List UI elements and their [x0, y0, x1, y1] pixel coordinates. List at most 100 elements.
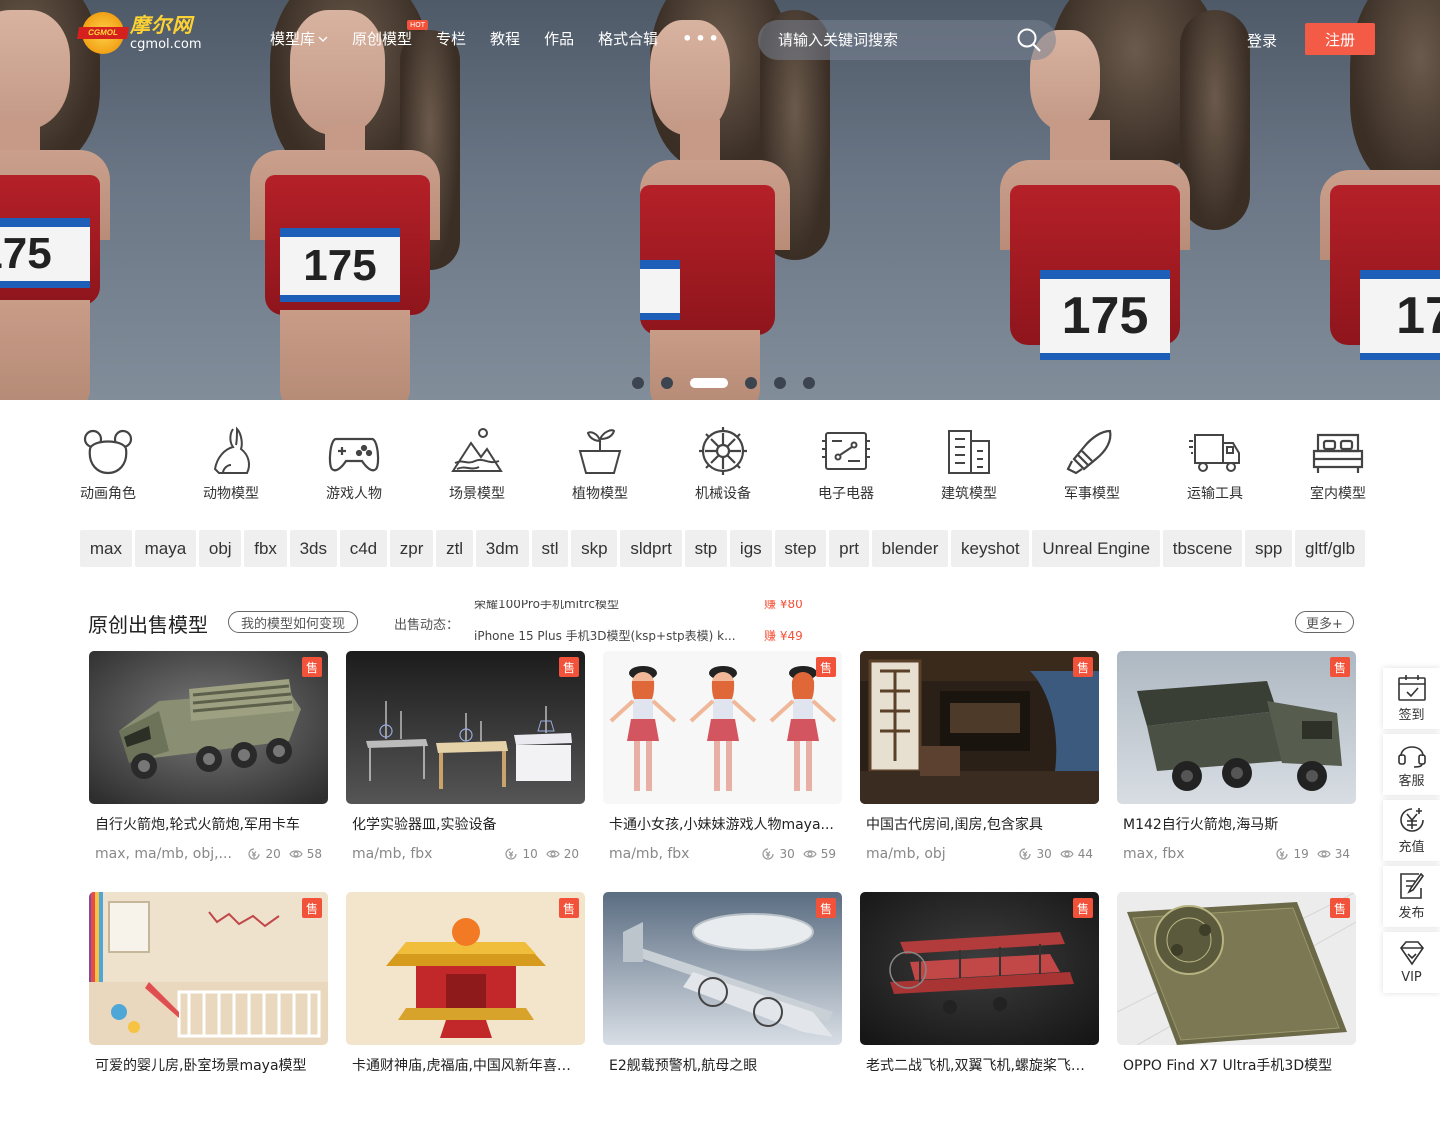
format-tag-bar: max maya obj fbx 3ds c4d zpr ztl 3dm stl…: [80, 530, 1365, 567]
format-tag[interactable]: igs: [730, 530, 772, 567]
format-tag[interactable]: maya: [134, 530, 197, 567]
ticker-item[interactable]: 荣耀100Pro手机mitrc模型 赚 ¥80: [474, 600, 834, 619]
model-title[interactable]: 中国古代房间,闺房,包含家具: [866, 814, 1093, 834]
model-title[interactable]: 卡通财神庙,虎福庙,中国风新年喜庆...: [352, 1055, 579, 1075]
format-tag[interactable]: stp: [684, 530, 728, 567]
ticker-item-name: 荣耀100Pro手机mitrc模型: [474, 600, 619, 611]
format-tag[interactable]: 3ds: [289, 530, 337, 567]
nav-tutorials[interactable]: 教程: [490, 28, 520, 49]
model-thumbnail[interactable]: 售: [1117, 651, 1356, 804]
carousel-dot-active[interactable]: [690, 378, 728, 388]
carousel-dot[interactable]: [745, 377, 757, 389]
register-button[interactable]: 注册: [1305, 23, 1375, 55]
model-title[interactable]: E2舰载预警机,航母之眼: [609, 1055, 836, 1075]
format-tag[interactable]: fbx: [244, 530, 287, 567]
login-link[interactable]: 登录: [1247, 30, 1277, 51]
carousel-dot[interactable]: [803, 377, 815, 389]
nav-model-library[interactable]: 模型库: [270, 28, 328, 49]
nav-format-collection[interactable]: 格式合辑: [598, 28, 658, 49]
model-card[interactable]: 售 老式二战飞机,双翼飞机,螺旋桨飞机...: [860, 892, 1099, 1133]
format-tag[interactable]: max: [80, 530, 132, 567]
category-electronics[interactable]: 电子电器: [816, 425, 876, 503]
model-card[interactable]: 售 E2舰载预警机,航母之眼: [603, 892, 842, 1133]
model-thumbnail[interactable]: 售: [860, 651, 1099, 804]
carousel-dot[interactable]: [774, 377, 786, 389]
model-thumbnail[interactable]: 售: [1117, 892, 1356, 1045]
format-tag[interactable]: blender: [871, 530, 949, 567]
ticker-item-name: iPhone 15 Plus 手机3D模型(ksp+stp表模) k...: [474, 628, 736, 643]
ticker-item[interactable]: iPhone 15 Plus 手机3D模型(ksp+stp表模) k... 赚 …: [474, 619, 834, 643]
customer-service-button[interactable]: 客服: [1383, 734, 1440, 795]
nav-column[interactable]: 专栏: [436, 28, 466, 49]
format-tag[interactable]: stl: [531, 530, 569, 567]
ancient-room-image: [860, 651, 1099, 804]
model-thumbnail[interactable]: 售: [603, 651, 842, 804]
carousel-dots: [632, 377, 832, 389]
model-thumbnail[interactable]: 售: [860, 892, 1099, 1045]
model-thumbnail[interactable]: 售: [603, 892, 842, 1045]
nav-more-icon[interactable]: •••: [682, 28, 722, 49]
format-tag[interactable]: tbscene: [1162, 530, 1243, 567]
recharge-button[interactable]: 充值: [1383, 800, 1440, 861]
category-transport[interactable]: 运输工具: [1185, 425, 1245, 503]
model-card[interactable]: 售 卡通财神庙,虎福庙,中国风新年喜庆...: [346, 892, 585, 1133]
model-title[interactable]: 自行火箭炮,轮式火箭炮,军用卡车: [95, 814, 322, 834]
category-animation-characters[interactable]: 动画角色: [78, 425, 138, 503]
model-card[interactable]: 售 M142自行火箭炮,海马斯 max, fbx 19 34: [1117, 651, 1356, 892]
nav-works[interactable]: 作品: [544, 28, 574, 49]
format-tag[interactable]: obj: [199, 530, 242, 567]
category-animals[interactable]: 动物模型: [201, 425, 261, 503]
category-military[interactable]: 军事模型: [1062, 425, 1122, 503]
category-label: 电子电器: [818, 486, 874, 502]
format-tag[interactable]: step: [774, 530, 827, 567]
model-card[interactable]: 售 自行火箭炮,轮式火箭炮,军用卡车 max, ma/mb, obj,... 2…: [89, 651, 328, 892]
category-game-characters[interactable]: 游戏人物: [324, 425, 384, 503]
model-title[interactable]: 可爱的婴儿房,卧室场景maya模型: [95, 1055, 322, 1075]
site-logo[interactable]: CGMOL 摩尔网 cgmol.com: [76, 12, 202, 54]
format-tag[interactable]: keyshot: [951, 530, 1030, 567]
monetize-howto-button[interactable]: 我的模型如何变现: [228, 611, 359, 633]
format-tag[interactable]: zpr: [389, 530, 434, 567]
view-count: 44: [1077, 847, 1093, 861]
category-interior[interactable]: 室内模型: [1308, 425, 1368, 503]
format-tag[interactable]: gltf/glb: [1295, 530, 1365, 567]
publish-button[interactable]: 发布: [1383, 866, 1440, 927]
model-title[interactable]: M142自行火箭炮,海马斯: [1123, 814, 1350, 834]
model-thumbnail[interactable]: 售: [89, 892, 328, 1045]
model-thumbnail[interactable]: 售: [89, 651, 328, 804]
edit-icon: [1399, 872, 1424, 899]
format-tag[interactable]: spp: [1245, 530, 1293, 567]
model-thumbnail[interactable]: 售: [346, 892, 585, 1045]
category-plants[interactable]: 植物模型: [570, 425, 630, 503]
model-card[interactable]: 售 化学实验器皿,实验设备 ma/mb, fbx 10 20: [346, 651, 585, 892]
category-scenes[interactable]: 场景模型: [447, 425, 507, 503]
download-count: 20: [265, 847, 281, 861]
nav-original-models[interactable]: 原创模型 HOT: [352, 20, 429, 49]
format-tag[interactable]: ztl: [436, 530, 473, 567]
model-card[interactable]: 售 OPPO Find X7 Ultra手机3D模型: [1117, 892, 1356, 1133]
checkin-button[interactable]: 签到: [1383, 668, 1440, 729]
format-tag[interactable]: 3dm: [475, 530, 529, 567]
format-tag[interactable]: sldprt: [620, 530, 682, 567]
more-button[interactable]: 更多+: [1295, 611, 1354, 633]
model-title[interactable]: 老式二战飞机,双翼飞机,螺旋桨飞机...: [866, 1055, 1093, 1075]
hero-banner[interactable]: 175 175 175 17: [0, 0, 1440, 400]
search-input[interactable]: [778, 31, 1016, 49]
format-tag[interactable]: skp: [571, 530, 618, 567]
model-title[interactable]: 卡通小女孩,小妹妹游戏人物maya...: [609, 814, 836, 834]
category-buildings[interactable]: 建筑模型: [939, 425, 999, 503]
model-title[interactable]: 化学实验器皿,实验设备: [352, 814, 579, 834]
model-card[interactable]: 售 可爱的婴儿房,卧室场景maya模型: [89, 892, 328, 1133]
vip-button[interactable]: VIP: [1383, 932, 1440, 993]
model-card[interactable]: 售 卡通小女孩,小妹妹游戏人物maya... ma/mb, fbx 30 59: [603, 651, 842, 892]
model-title[interactable]: OPPO Find X7 Ultra手机3D模型: [1123, 1055, 1350, 1075]
model-thumbnail[interactable]: 售: [346, 651, 585, 804]
category-machinery[interactable]: 机械设备: [693, 425, 753, 503]
format-tag[interactable]: c4d: [339, 530, 387, 567]
format-tag[interactable]: Unreal Engine: [1032, 530, 1160, 567]
format-tag[interactable]: prt: [829, 530, 869, 567]
search-icon[interactable]: [1016, 27, 1042, 53]
carousel-dot[interactable]: [661, 377, 673, 389]
model-card[interactable]: 售 中国古代房间,闺房,包含家具 ma/mb, obj 30 44: [860, 651, 1099, 892]
carousel-dot[interactable]: [632, 377, 644, 389]
